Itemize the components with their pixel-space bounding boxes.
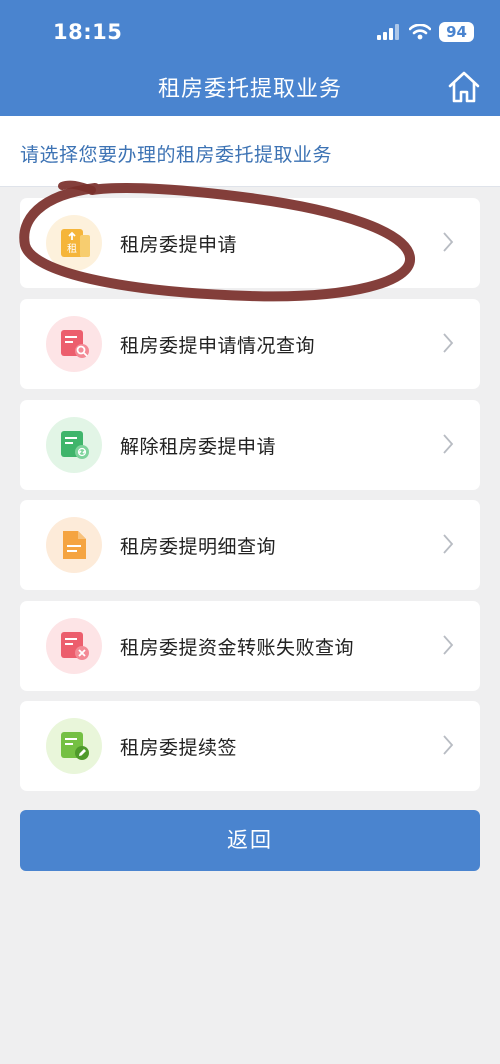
chevron-right-icon <box>443 534 454 554</box>
page-title: 租房委托提取业务 <box>157 77 342 102</box>
instruction-text: 请选择您要办理的租房委托提取业务 <box>20 144 333 166</box>
detail-doc-icon <box>46 517 102 573</box>
status-icons: 94 <box>377 22 474 42</box>
chevron-right-icon <box>443 232 454 252</box>
menu-item-label: 解除租房委提申请 <box>120 436 277 458</box>
instruction-banner: 请选择您要办理的租房委托提取业务 <box>0 116 500 187</box>
renew-doc-icon <box>46 718 102 774</box>
menu-item-cancel-apply[interactable]: 解除租房委提申请 <box>20 400 480 490</box>
status-time: 18:15 <box>53 20 123 44</box>
menu-item-label: 租房委提申请 <box>120 234 238 256</box>
cancel-link-doc-icon <box>46 417 102 473</box>
wifi-icon <box>409 24 432 40</box>
menu-item-apply-status-query[interactable]: 租房委提申请情况查询 <box>20 299 480 389</box>
battery-indicator: 94 <box>439 22 474 42</box>
svg-text:租: 租 <box>67 242 77 255</box>
search-doc-icon <box>46 316 102 372</box>
rent-apply-icon: 租 <box>46 215 102 271</box>
back-button[interactable]: 返回 <box>20 810 480 871</box>
menu-item-label: 租房委提续签 <box>120 737 238 759</box>
chevron-right-icon <box>443 735 454 755</box>
menu-item-renew[interactable]: 租房委提续签 <box>20 701 480 791</box>
menu-item-transfer-fail-query[interactable]: 租房委提资金转账失败查询 <box>20 601 480 691</box>
chevron-right-icon <box>443 333 454 353</box>
app-header: 18:15 94 租房委托提取业务 <box>0 0 500 116</box>
menu-item-label: 租房委提申请情况查询 <box>120 335 316 357</box>
chevron-right-icon <box>443 635 454 655</box>
menu-item-label: 租房委提资金转账失败查询 <box>120 637 355 659</box>
signal-icon <box>377 24 400 40</box>
menu-item-detail-query[interactable]: 租房委提明细查询 <box>20 500 480 590</box>
menu-item-label: 租房委提明细查询 <box>120 536 277 558</box>
chevron-right-icon <box>443 434 454 454</box>
menu-item-rent-apply[interactable]: 租 租房委提申请 <box>20 198 480 288</box>
transfer-fail-doc-icon <box>46 618 102 674</box>
home-icon[interactable] <box>446 69 482 105</box>
